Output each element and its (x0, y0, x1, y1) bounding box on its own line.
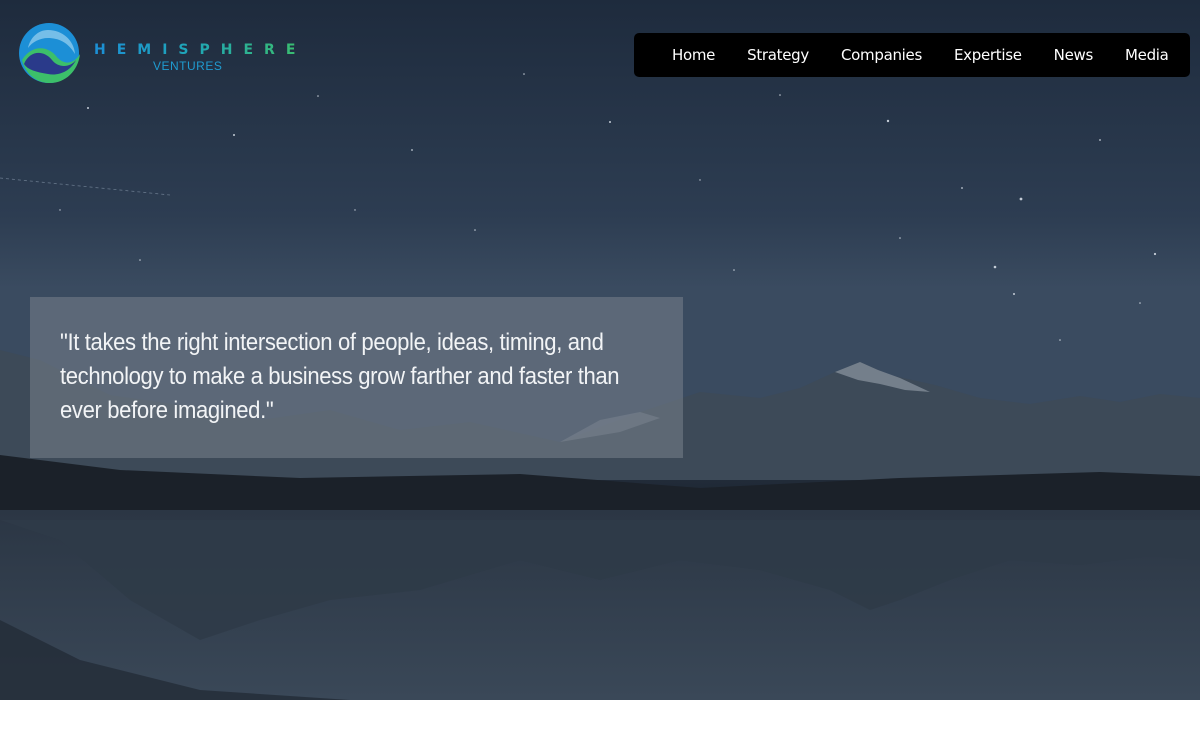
nav-item-strategy[interactable]: Strategy (731, 46, 825, 64)
brand-logo[interactable]: HEMISPHERE VENTURES (18, 20, 295, 88)
nav-item-home[interactable]: Home (656, 46, 731, 64)
main-navigation: Home Strategy Companies Expertise News M… (634, 33, 1190, 77)
nav-item-media[interactable]: Media (1109, 46, 1185, 64)
brand-subtitle: VENTURES (153, 59, 223, 73)
brand-name: HEMISPHERE (94, 42, 307, 58)
nav-item-companies[interactable]: Companies (825, 46, 938, 64)
hero-quote-box: "It takes the right intersection of peop… (30, 297, 683, 458)
nav-item-news[interactable]: News (1038, 46, 1109, 64)
hemisphere-globe-logo-icon (19, 23, 80, 84)
hero-quote-text: "It takes the right intersection of peop… (60, 329, 620, 424)
hero-section: HEMISPHERE VENTURES Home Strategy Compan… (0, 0, 1200, 700)
nav-item-expertise[interactable]: Expertise (938, 46, 1038, 64)
page-below-hero (0, 700, 1200, 750)
